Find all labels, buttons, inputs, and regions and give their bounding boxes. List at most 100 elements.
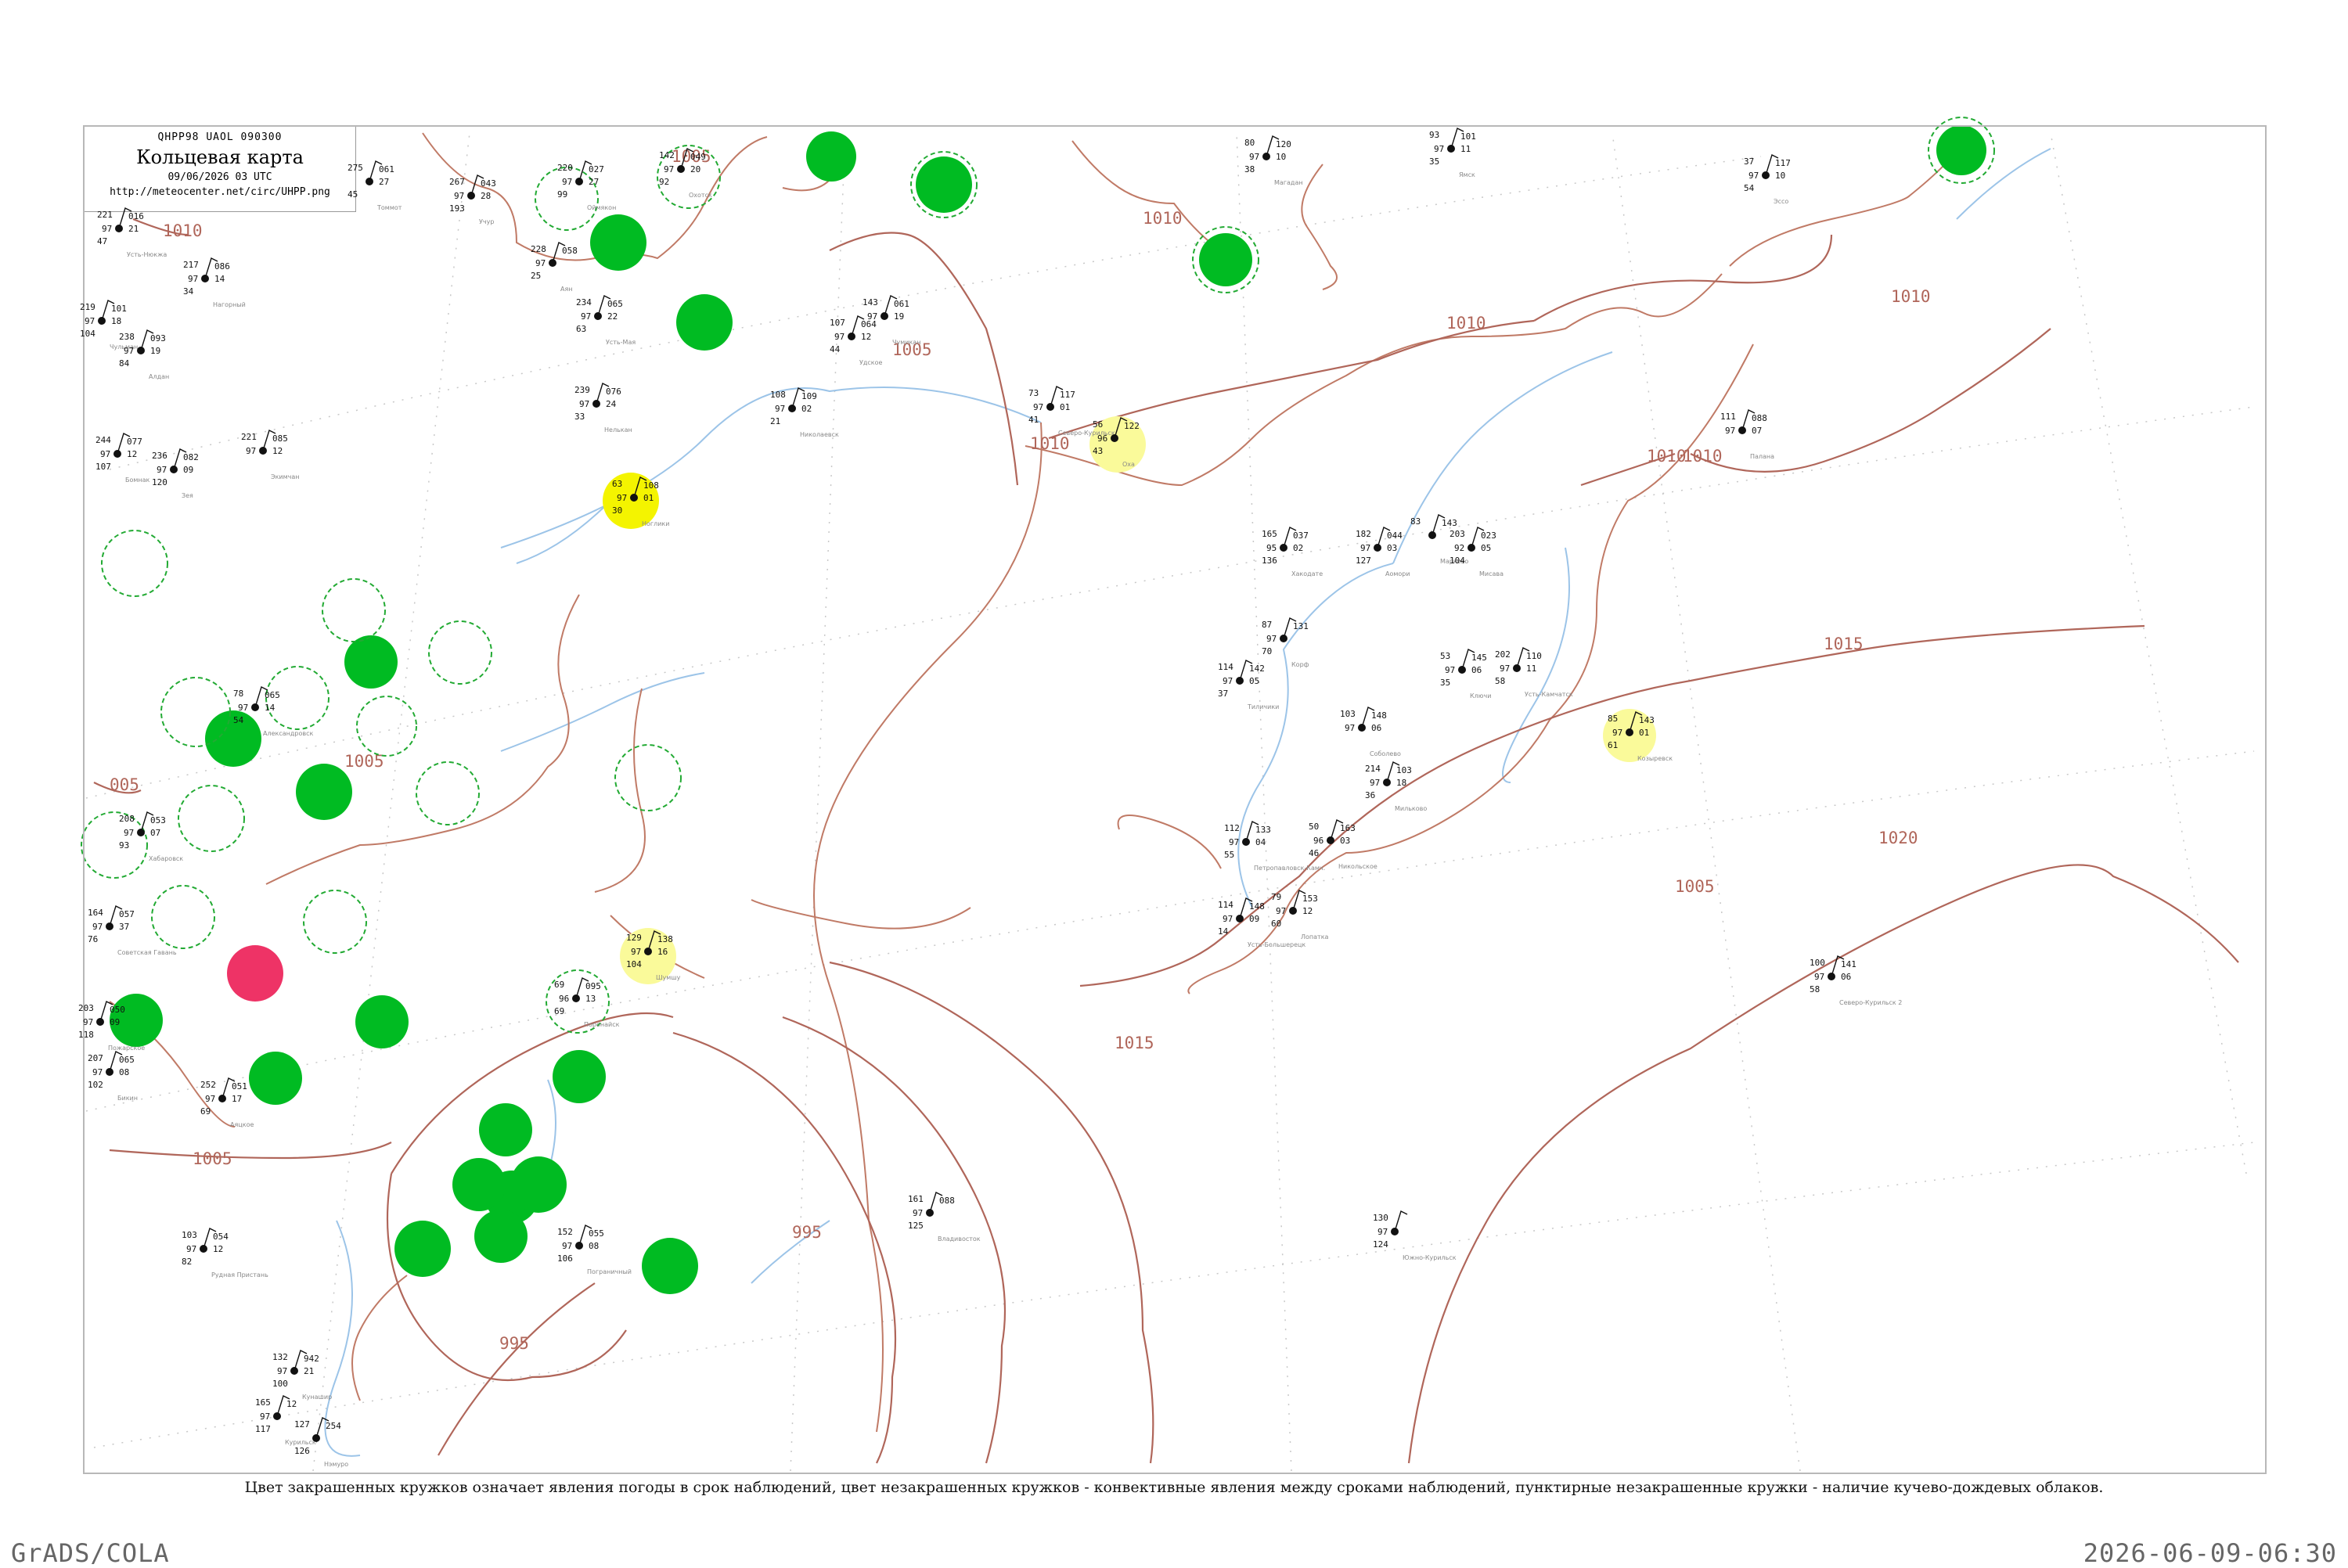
station-pressure: 061 <box>894 299 909 309</box>
station-temperature: 114 <box>1218 662 1233 672</box>
station-weather-code: 97 <box>1434 144 1444 154</box>
station-plot[interactable]: 130 97 124 Южно-Курильск <box>1373 1210 1457 1261</box>
station-plot[interactable]: 152 055 97 08 106 Пограничный <box>557 1225 632 1275</box>
station-weather-code: 97 <box>1345 723 1355 733</box>
station-tendency: 12 <box>213 1244 223 1254</box>
station-temperature: 79 <box>1271 892 1281 902</box>
station-name: Рудная Пристань <box>211 1271 268 1278</box>
station-pressure: 050 <box>110 1005 125 1015</box>
station-temperature: 203 <box>78 1003 94 1013</box>
station-name: Петропавловск-Камч. <box>1254 865 1325 872</box>
station-plot[interactable]: 37 117 97 10 54 Эссо <box>1744 154 1791 205</box>
station-dewpoint: 14 <box>1218 926 1229 937</box>
station-temperature: 182 <box>1356 529 1371 539</box>
station-plot[interactable]: 78 065 97 14 54 Александровск <box>233 686 313 737</box>
station-pressure: 117 <box>1060 390 1075 400</box>
station-plot[interactable]: 53 145 97 06 35 Ключи <box>1440 649 1491 699</box>
station-plot[interactable]: 142 049 97 20 92 Охотск <box>659 148 712 199</box>
station-plot[interactable]: 244 077 97 12 107 Бомнак <box>95 433 150 484</box>
station-plot[interactable]: 63 108 97 01 30 Ноглики <box>612 477 669 527</box>
station-pressure: 061 <box>379 164 394 174</box>
station-dewpoint: 43 <box>1093 446 1103 456</box>
station-pressure: 065 <box>119 1055 135 1065</box>
station-plot[interactable]: 221 085 97 12 Экимчан <box>241 430 300 480</box>
station-plot[interactable]: 239 076 97 24 33 Нелькан <box>574 383 632 433</box>
station-plot[interactable]: 238 093 97 19 84 Алдан <box>119 329 169 380</box>
station-pressure: 142 <box>1249 664 1265 674</box>
station-plot[interactable]: 107 064 97 12 44 Удское <box>830 315 883 366</box>
station-plot[interactable]: 252 051 97 17 69 Аяцкое <box>200 1077 254 1128</box>
station-plot[interactable]: 69 095 96 13 69 Поронайск <box>554 977 620 1028</box>
station-weather-code: 97 <box>100 449 110 459</box>
station-tendency: 11 <box>1460 144 1471 154</box>
station-weather-code: 97 <box>1229 837 1239 847</box>
station-plot[interactable]: 85 143 97 01 61 Козыревск <box>1608 711 1673 762</box>
station-plot[interactable]: 207 065 97 08 102 Бикин <box>88 1051 138 1102</box>
station-plot[interactable]: 93 101 97 11 35 Ямск <box>1429 128 1476 178</box>
station-temperature: 234 <box>576 297 592 307</box>
station-plot[interactable]: 165 037 95 02 136 Хакодате <box>1262 527 1323 577</box>
station-plot[interactable]: 219 10197 18104Чульман <box>80 300 138 351</box>
station-plot[interactable]: 221 016 97 21 47 Усть-Нюкжа <box>97 207 167 258</box>
station-temperature: 219 <box>80 302 95 312</box>
station-plot[interactable]: 203 050 97 09 118 Пожарское <box>78 1001 145 1052</box>
station-name: Алдан <box>149 373 169 380</box>
station-pressure: 942 <box>304 1354 319 1364</box>
station-pressure: 057 <box>119 909 135 919</box>
station-plot[interactable]: 56 122 96 43 Оха <box>1093 417 1140 468</box>
station-plot[interactable]: 202 110 97 11 58 Усть-Камчатск <box>1495 647 1573 698</box>
station-plot[interactable]: 100 141 97 06 58 Северо-Курильск 2 <box>1810 955 1902 1006</box>
station-plot[interactable]: 217 086 97 14 34 Нагорный <box>183 257 246 308</box>
station-plot[interactable]: 87 131 97 70 Корф <box>1262 617 1309 668</box>
station-plot[interactable]: 50 163 96 03 46 Никольское <box>1309 819 1377 870</box>
station-plot[interactable]: 236 082 97 09 120 Зея <box>152 448 199 499</box>
station-name: Экимчан <box>271 473 300 480</box>
station-plot[interactable]: 234 065 97 22 63 Усть-Мая <box>576 295 636 346</box>
station-weather-code: 97 <box>913 1208 923 1218</box>
station-plot[interactable]: 161 088 97 125 Владивосток <box>908 1192 981 1243</box>
station-dewpoint: 25 <box>531 271 541 281</box>
station-plot[interactable]: 129 138 97 16 104 Шумшу <box>626 930 681 981</box>
station-weather-code: 97 <box>205 1094 215 1104</box>
station-plot[interactable]: 214 103 97 18 36 Мильково <box>1365 761 1427 812</box>
station-temperature: 83 <box>1410 516 1421 527</box>
station-temperature: 221 <box>97 210 113 220</box>
station-pressure: 103 <box>1396 765 1412 775</box>
station-plot[interactable]: 220 027 97 27 99 Оймякон <box>557 160 616 211</box>
station-plot[interactable]: 275 061 27 45 Томмот <box>348 160 402 211</box>
station-name: Мильково <box>1395 805 1427 812</box>
station-plot[interactable]: 103 054 97 12 82 Рудная Пристань <box>182 1228 268 1278</box>
station-plot[interactable]: 132 942 97 21 100 Кунашир <box>272 1350 332 1401</box>
station-name: Соболево <box>1370 750 1401 757</box>
station-temperature: 221 <box>241 432 257 442</box>
station-dewpoint: 55 <box>1224 850 1234 860</box>
station-plot[interactable]: 114 148 97 09 14 Усть-Большерецк <box>1218 897 1305 948</box>
station-plot[interactable]: 164 057 97 37 76 Советская Гавань <box>88 905 177 956</box>
station-name: Палана <box>1750 453 1774 460</box>
station-dewpoint: 44 <box>830 344 841 354</box>
station-pressure: 044 <box>1387 530 1403 541</box>
station-temperature: 129 <box>626 933 642 943</box>
station-plot[interactable]: 182 044 97 03 127 Аомори <box>1356 527 1410 577</box>
station-tendency: 08 <box>589 1241 599 1251</box>
station-dewpoint: 193 <box>449 203 465 214</box>
station-pressure: 076 <box>606 387 621 397</box>
station-plot[interactable]: 108 109 97 02 21 Николаевск <box>770 387 839 438</box>
station-plot[interactable]: 267 043 97 28 193 Учур <box>449 174 496 225</box>
station-plot[interactable]: 114 142 97 05 37 Тиличики <box>1218 660 1279 710</box>
station-pressure: 043 <box>481 178 496 189</box>
station-plot[interactable]: 228 058 97 25 Аян <box>531 242 578 293</box>
station-weather-code: 97 <box>775 404 785 414</box>
station-dewpoint: 125 <box>908 1221 924 1231</box>
station-tendency: 04 <box>1255 837 1266 847</box>
station-weather-code: 97 <box>83 1017 93 1027</box>
station-plot[interactable]: 203 023 92 05 104 Мисава <box>1449 527 1504 577</box>
station-plot[interactable]: 79 153 97 12 60 Лопатка <box>1271 890 1329 940</box>
station-plot[interactable]: 80 120 97 10 38 Магадан <box>1244 135 1303 186</box>
station-plot[interactable]: 208 053 97 07 93 Хабаровск <box>119 811 183 862</box>
station-weather-code: 97 <box>1276 906 1286 916</box>
station-plot[interactable]: 111 088 97 07 Палана <box>1720 409 1774 460</box>
station-name: Нагорный <box>213 301 246 308</box>
station-temperature: 87 <box>1262 620 1272 630</box>
station-plot[interactable]: 103 148 97 06 Соболево <box>1340 707 1401 757</box>
